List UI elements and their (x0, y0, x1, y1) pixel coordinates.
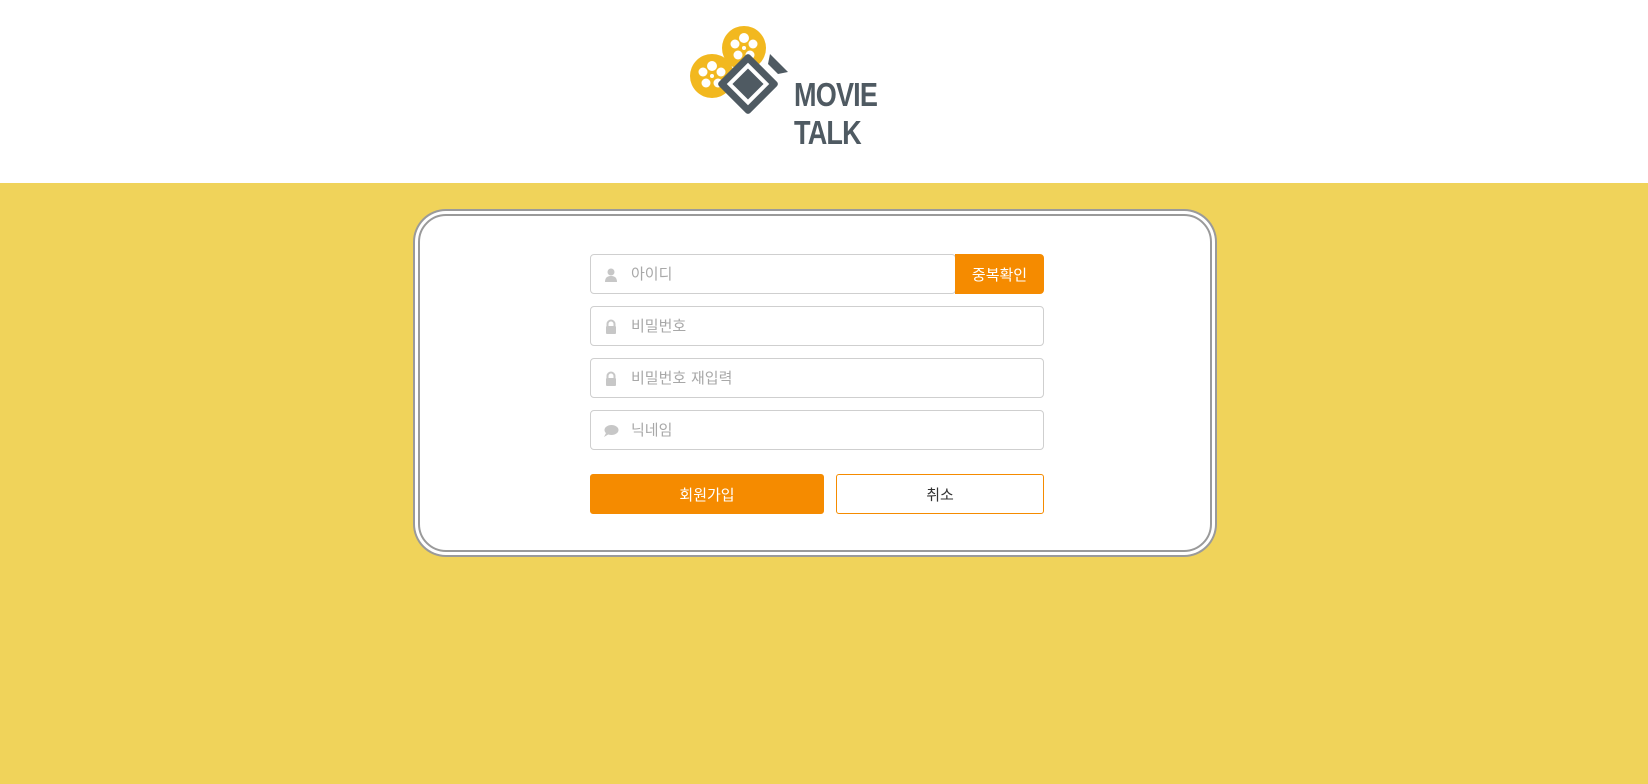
film-camera-icon (690, 26, 788, 114)
nickname-field[interactable] (590, 410, 1044, 450)
lock-icon (606, 319, 616, 334)
nickname-input[interactable] (631, 411, 1033, 449)
header: MOVIE TALK (0, 0, 1648, 183)
check-duplicate-button[interactable]: 중복확인 (955, 254, 1044, 294)
id-input[interactable] (631, 255, 945, 293)
speech-bubble-icon (604, 425, 619, 437)
signup-card: 중복확인 회원가입 취소 (418, 214, 1212, 552)
signup-button[interactable]: 회원가입 (590, 474, 824, 514)
password-input[interactable] (631, 307, 1033, 345)
logo-text-talk: TALK (794, 114, 862, 151)
password-field[interactable] (590, 306, 1044, 346)
user-icon (605, 268, 617, 282)
password-confirm-input[interactable] (631, 359, 1033, 397)
cancel-button[interactable]: 취소 (836, 474, 1044, 514)
brand-logo[interactable]: MOVIE TALK (690, 22, 880, 154)
id-field[interactable] (590, 254, 956, 294)
password-confirm-field[interactable] (590, 358, 1044, 398)
lock-icon (606, 371, 616, 386)
logo-text-movie: MOVIE (794, 76, 878, 113)
